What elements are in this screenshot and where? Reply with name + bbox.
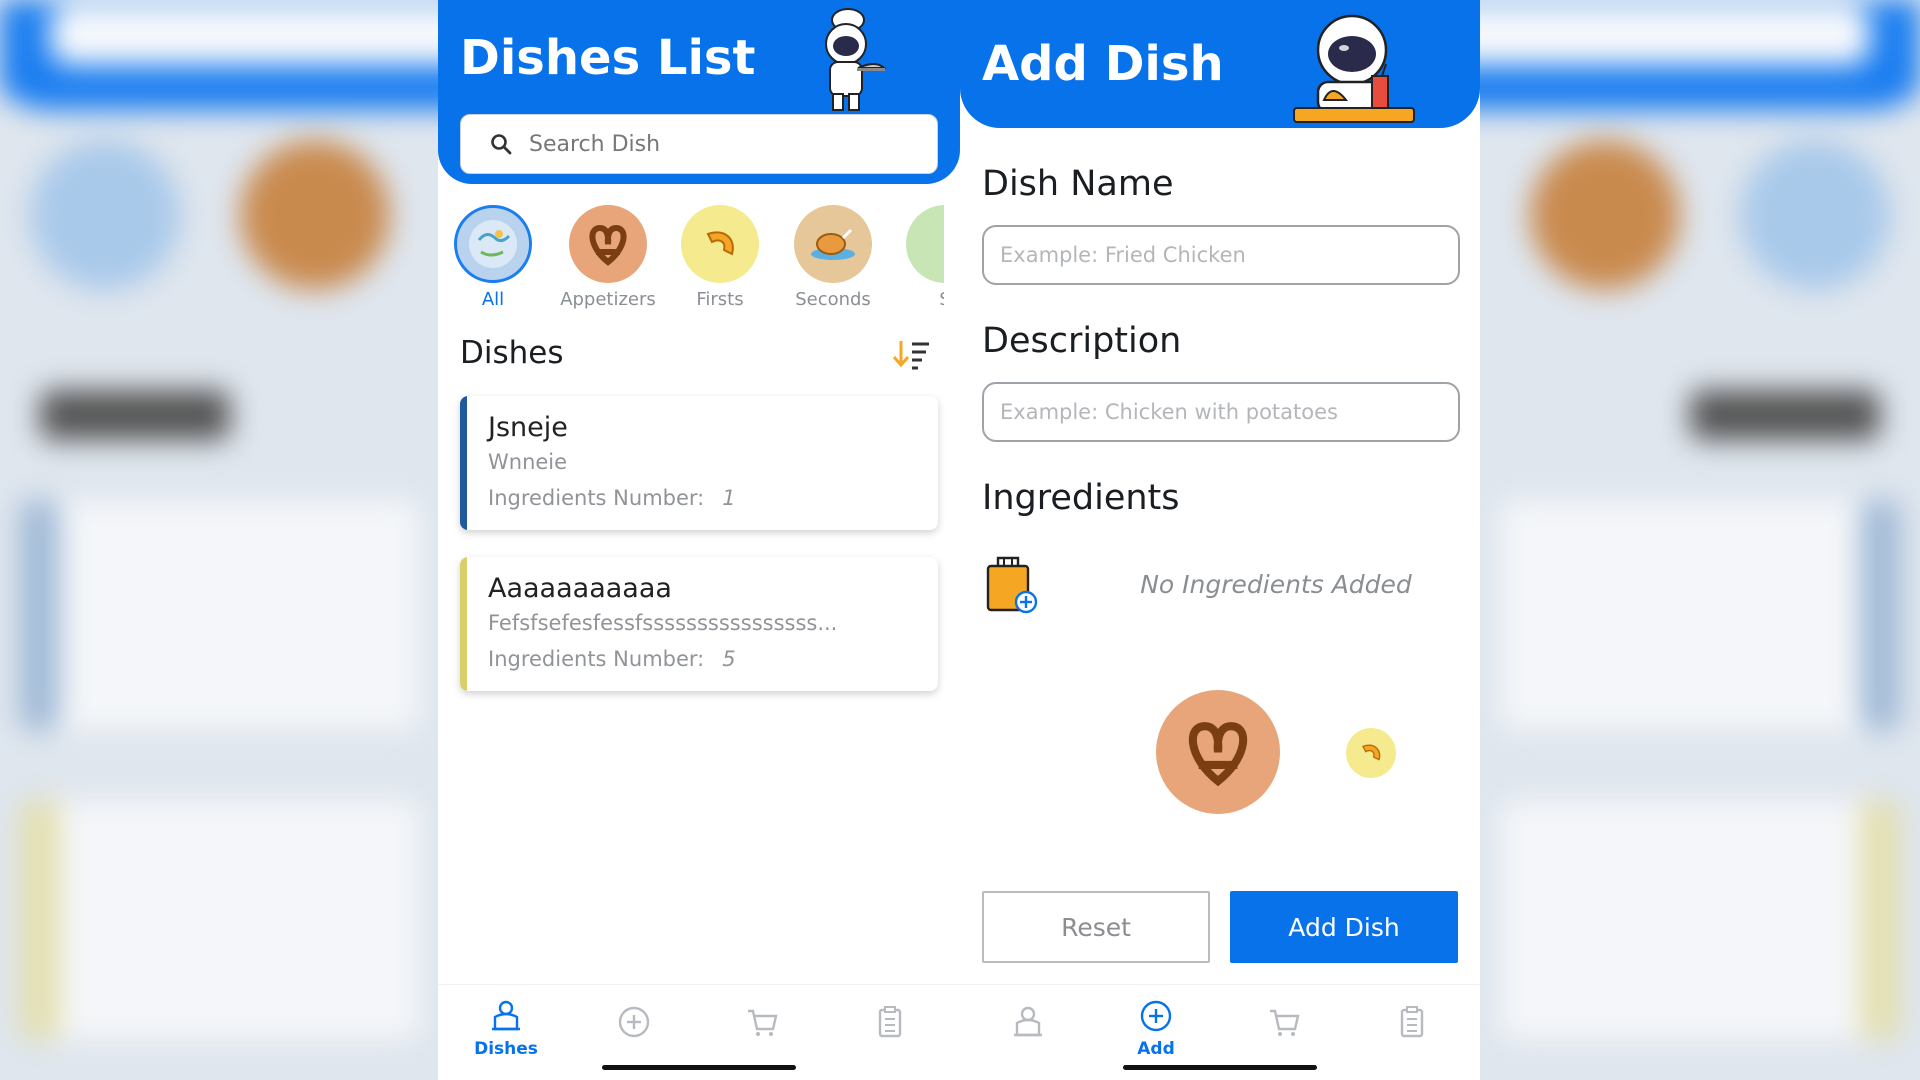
nav-list[interactable] <box>1372 1005 1452 1043</box>
nav-list[interactable] <box>850 1005 930 1043</box>
bottom-nav: Dishes <box>438 984 960 1080</box>
category-label: All <box>481 289 505 310</box>
category-option-firsts[interactable] <box>1346 728 1396 778</box>
dish-ingredients: Ingredients Number: 5 <box>488 647 736 671</box>
dish-card-accent <box>460 396 467 530</box>
selected-category-appetizers[interactable] <box>1156 690 1280 814</box>
home-indicator <box>1123 1065 1317 1070</box>
nav-add[interactable] <box>594 1005 674 1043</box>
category-label: Seconds <box>795 289 871 310</box>
dishes-nav-icon <box>1014 1006 1042 1037</box>
section-title: Dishes <box>460 335 564 371</box>
nav-label: Dishes <box>474 1039 538 1059</box>
category-label: S <box>890 289 944 310</box>
add-nav-icon <box>618 1006 650 1038</box>
home-indicator <box>602 1065 796 1070</box>
sort-icon <box>892 341 929 370</box>
page-title: Dishes List <box>460 30 756 86</box>
dish-ingredients: Ingredients Number: 1 <box>488 486 736 510</box>
pretzel-icon <box>569 205 647 283</box>
dish-card-accent <box>460 557 467 691</box>
category-firsts[interactable]: Firsts <box>665 202 775 310</box>
nav-cart[interactable] <box>722 1005 802 1043</box>
add-nav-icon <box>1140 1000 1172 1032</box>
dish-name: Aaaaaaaaaaa <box>488 573 672 604</box>
nav-add[interactable]: Add <box>1116 999 1196 1059</box>
search-bar[interactable] <box>460 114 938 174</box>
chef-astronaut-icon <box>825 8 886 111</box>
dish-description: Fefsfsefesfessfssssssssssssssss... <box>488 611 838 635</box>
astronaut-food-icon <box>1293 14 1415 123</box>
dish-card[interactable]: Jsneje Wnneie Ingredients Number: 1 <box>460 396 938 530</box>
dish-card[interactable]: Aaaaaaaaaaa Fefsfsefesfessfsssssssssssss… <box>460 557 938 691</box>
dish-name-field[interactable] <box>982 225 1460 285</box>
search-icon <box>489 132 513 156</box>
ingredients-label: Ingredients Number: <box>488 647 705 671</box>
dishes-nav-icon <box>492 1000 520 1031</box>
add-ingredient-button[interactable] <box>984 552 1040 620</box>
dishes-list-screen: Dishes List All <box>438 0 960 1080</box>
category-partial[interactable]: S <box>890 202 944 310</box>
sort-button[interactable] <box>890 336 934 372</box>
add-dish-screen: Add Dish Dish Name Description Ingredien… <box>960 0 1480 1080</box>
category-label: Firsts <box>696 289 744 310</box>
category-all[interactable]: All <box>438 202 548 310</box>
description-field[interactable] <box>982 382 1460 442</box>
add-dish-button[interactable]: Add Dish <box>1230 891 1458 963</box>
dish-name: Jsneje <box>488 412 568 443</box>
nav-dishes[interactable] <box>988 1005 1068 1043</box>
chicken-icon <box>794 205 872 283</box>
ingredients-count: 1 <box>722 486 736 510</box>
description-label: Description <box>982 321 1182 361</box>
search-input[interactable] <box>529 131 889 157</box>
add-ingredient-icon <box>986 556 1038 614</box>
dish-description: Wnneie <box>488 450 568 474</box>
cart-icon <box>1270 1009 1300 1036</box>
category-appetizers[interactable]: Appetizers <box>553 202 663 310</box>
ingredients-label: Ingredients <box>982 478 1180 518</box>
page-title: Add Dish <box>982 36 1224 92</box>
checklist-icon <box>1400 1006 1424 1038</box>
globe-food-icon <box>454 205 532 283</box>
ingredients-count: 5 <box>722 647 736 671</box>
checklist-icon <box>878 1006 902 1038</box>
bottom-nav: Add <box>960 984 1480 1080</box>
salad-icon <box>906 205 944 283</box>
pretzel-icon <box>1188 722 1248 787</box>
nav-cart[interactable] <box>1244 1005 1324 1043</box>
no-ingredients-message: No Ingredients Added <box>1140 570 1412 599</box>
category-label: Appetizers <box>560 289 656 310</box>
category-seconds[interactable]: Seconds <box>778 202 888 310</box>
nav-dishes[interactable]: Dishes <box>466 999 546 1059</box>
macaroni-icon <box>1362 744 1381 761</box>
nav-label: Add <box>1137 1039 1175 1059</box>
cart-icon <box>748 1009 778 1036</box>
header: Add Dish <box>960 0 1480 128</box>
header: Dishes List <box>438 0 960 184</box>
macaroni-icon <box>681 205 759 283</box>
ingredients-label: Ingredients Number: <box>488 486 705 510</box>
reset-button[interactable]: Reset <box>982 891 1210 963</box>
dish-name-label: Dish Name <box>982 164 1174 204</box>
category-filter: All Appetizers Firsts Seconds S <box>438 202 944 312</box>
